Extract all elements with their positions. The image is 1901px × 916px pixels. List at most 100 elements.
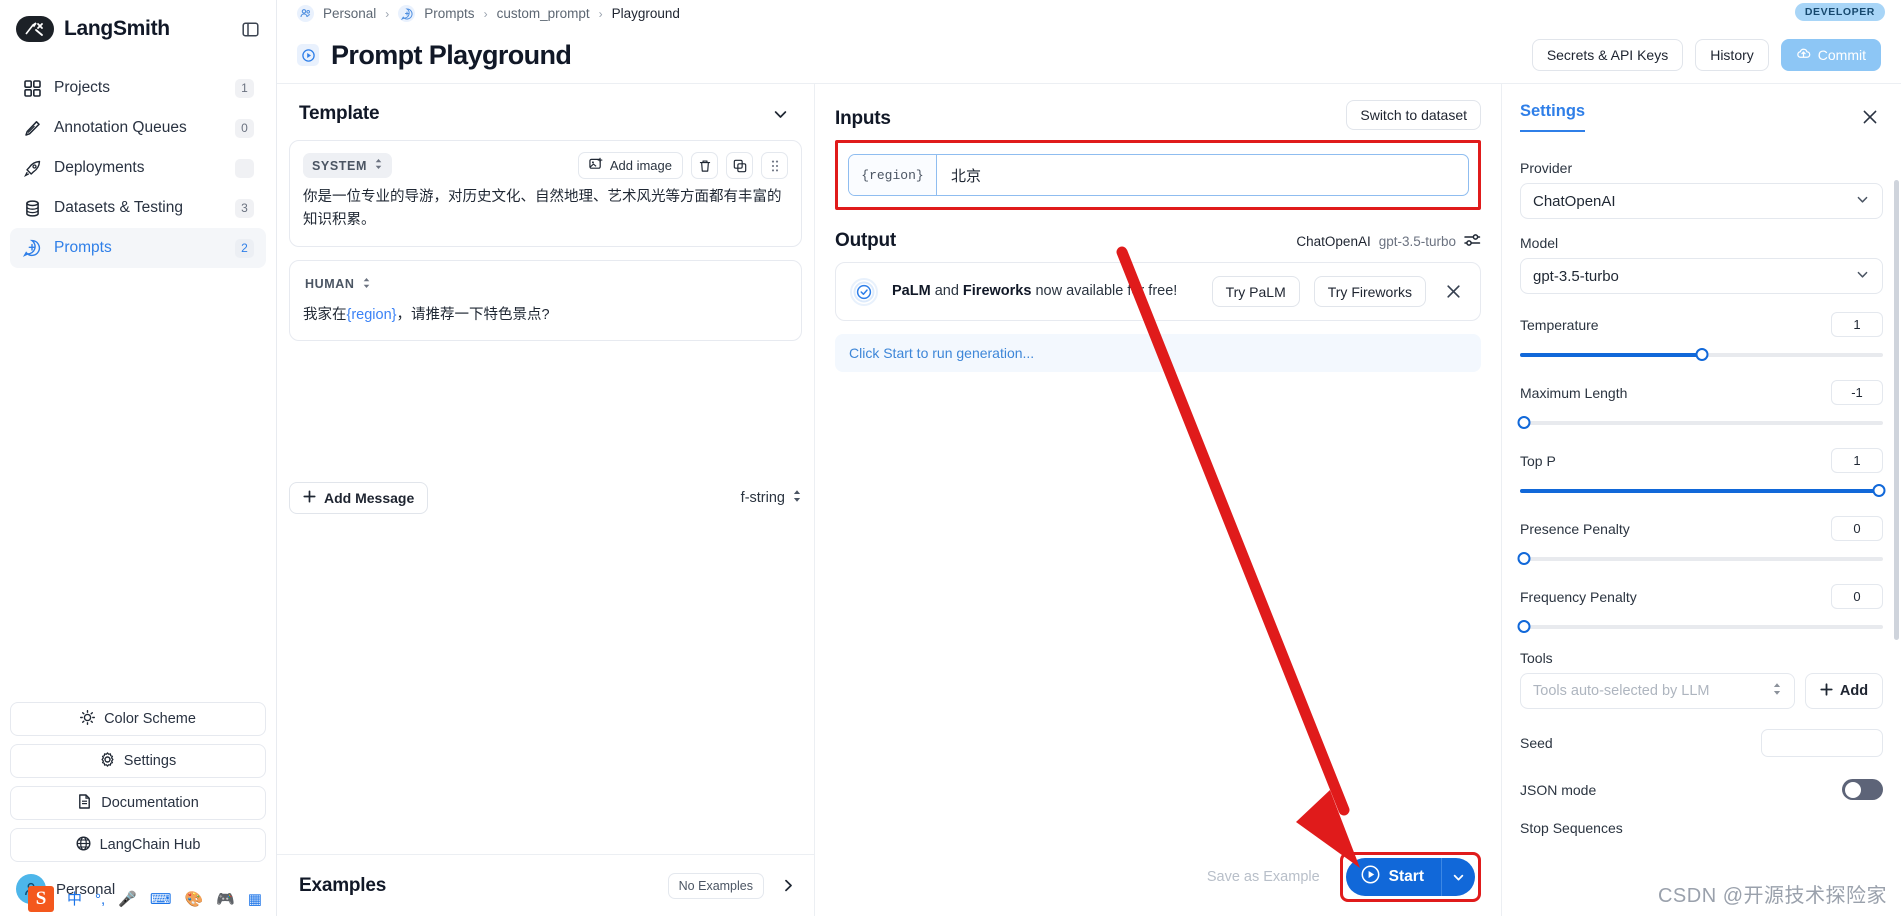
role-label: HUMAN	[305, 277, 355, 292]
settings-panel: Settings Provider ChatOpenAI Model gpt-3…	[1501, 84, 1901, 916]
history-button[interactable]: History	[1695, 39, 1769, 71]
documentation-label: Documentation	[101, 795, 199, 811]
sidebar-item-prompts[interactable]: Prompts 2	[10, 228, 266, 268]
tools-select[interactable]: Tools auto-selected by LLM	[1520, 673, 1795, 709]
sidebar-item-projects[interactable]: Projects 1	[10, 68, 266, 108]
tools-placeholder: Tools auto-selected by LLM	[1533, 683, 1710, 699]
keyboard-icon[interactable]: ⌨	[150, 892, 172, 907]
breadcrumb-item-playground: Playground	[611, 6, 680, 21]
start-options-caret[interactable]	[1441, 858, 1475, 896]
input-value-field[interactable]: 北京	[937, 155, 1468, 195]
sidebar-item-datasets-testing[interactable]: Datasets & Testing 3	[10, 188, 266, 228]
param-row-presence-penalty: Presence Penalty 0	[1520, 516, 1883, 541]
try-palm-button[interactable]: Try PaLM	[1211, 276, 1300, 307]
commit-button[interactable]: Commit	[1780, 39, 1881, 71]
io-panel: Inputs Switch to dataset {region} 北京 Out…	[815, 84, 1501, 916]
sidebar-item-deployments[interactable]: Deployments	[10, 148, 266, 188]
slider-knob[interactable]	[1517, 552, 1531, 565]
breadcrumb-separator: ›	[385, 6, 390, 21]
message-card-system: SYSTEM Add image 你是一位专业的导游，对历史文化、自然地理、艺术…	[289, 140, 802, 247]
json-mode-toggle[interactable]	[1842, 779, 1883, 800]
chevron-right-icon[interactable]	[776, 874, 800, 898]
play-icon	[1361, 865, 1380, 889]
role-selector-human[interactable]: HUMAN	[303, 272, 380, 297]
close-icon[interactable]	[1857, 104, 1883, 130]
model-tag[interactable]: ChatOpenAI gpt-3.5-turbo	[1296, 233, 1481, 250]
role-label: SYSTEM	[312, 158, 367, 173]
add-message-button[interactable]: Add Message	[289, 482, 429, 514]
brand-name: LangSmith	[64, 17, 170, 40]
start-button[interactable]: Start	[1345, 858, 1441, 896]
human-text-suffix: ，请推荐一下特色景点?	[396, 306, 550, 323]
plan-badge: DEVELOPER	[1794, 3, 1885, 21]
model-select[interactable]: gpt-3.5-turbo	[1520, 258, 1883, 294]
template-spacer	[277, 514, 814, 854]
close-icon[interactable]	[1440, 279, 1466, 305]
sidebar-item-annotation-queues[interactable]: Annotation Queues 0	[10, 108, 266, 148]
documentation-button[interactable]: Documentation	[10, 786, 266, 820]
switch-to-dataset-button[interactable]: Switch to dataset	[1346, 100, 1481, 130]
breadcrumb-item-custom-prompt[interactable]: custom_prompt	[497, 6, 590, 21]
slider-presence-penalty[interactable]	[1517, 552, 1883, 566]
sogou-ime-logo-icon[interactable]: S	[28, 886, 54, 912]
run-bar: Save as Example Start	[815, 852, 1501, 916]
chevron-down-icon[interactable]	[768, 102, 792, 126]
cloud-upload-icon	[1796, 46, 1811, 64]
slider-knob[interactable]	[1872, 484, 1886, 497]
role-selector-system[interactable]: SYSTEM	[303, 153, 392, 178]
chevron-updown-icon	[1772, 682, 1782, 700]
param-row-frequency-penalty: Frequency Penalty 0	[1520, 584, 1883, 609]
color-scheme-button[interactable]: Color Scheme	[10, 702, 266, 736]
content-area: Template SYSTEM Add image 你是一位专业的导游，对历史文…	[277, 83, 1901, 916]
plus-icon	[303, 490, 316, 506]
param-row-top-p: Top P 1	[1520, 448, 1883, 473]
add-image-button[interactable]: Add image	[577, 152, 683, 179]
io-content: Inputs Switch to dataset {region} 北京 Out…	[815, 84, 1501, 372]
apps-icon[interactable]: ▦	[248, 892, 262, 907]
slider-frequency-penalty[interactable]	[1517, 620, 1883, 634]
tab-settings[interactable]: Settings	[1520, 102, 1586, 132]
secrets-api-keys-button[interactable]: Secrets & API Keys	[1531, 39, 1684, 71]
param-value-input[interactable]: 0	[1831, 584, 1883, 609]
copy-icon[interactable]	[726, 152, 753, 179]
seed-input[interactable]	[1761, 729, 1883, 757]
paint-icon[interactable]: 🎨	[185, 892, 204, 907]
param-value-input[interactable]: 0	[1831, 516, 1883, 541]
emoji-icon[interactable]: 🎮	[216, 892, 235, 907]
system-message-text[interactable]: 你是一位专业的导游，对历史文化、自然地理、艺术风光等方面都有丰富的知识积累。	[303, 186, 788, 233]
format-selector[interactable]: f-string	[741, 489, 802, 507]
slider-knob[interactable]	[1695, 348, 1708, 361]
save-as-example-button[interactable]: Save as Example	[1199, 869, 1328, 885]
langchain-hub-button[interactable]: LangChain Hub	[10, 828, 266, 862]
try-fireworks-button[interactable]: Try Fireworks	[1313, 276, 1426, 307]
seed-row: Seed	[1520, 729, 1883, 757]
param-value-input[interactable]: 1	[1831, 448, 1883, 473]
param-value-input[interactable]: -1	[1831, 380, 1883, 405]
param-value-input[interactable]: 1	[1831, 312, 1883, 337]
provider-select[interactable]: ChatOpenAI	[1520, 183, 1883, 219]
output-header: Output ChatOpenAI gpt-3.5-turbo	[835, 230, 1481, 252]
sidebar: LangSmith Projects 1 Annotation Queues 0	[0, 0, 277, 916]
sidebar-item-label: Deployments	[54, 159, 145, 176]
add-tool-button[interactable]: Add	[1805, 673, 1883, 709]
breadcrumb-item-personal[interactable]: Personal	[323, 6, 376, 21]
settings-scrollbar[interactable]	[1894, 180, 1899, 640]
settings-button[interactable]: Settings	[10, 744, 266, 778]
param-label: Frequency Penalty	[1520, 588, 1637, 605]
slider-knob[interactable]	[1517, 620, 1531, 633]
ime-chinese-icon[interactable]: 中	[67, 892, 82, 907]
slider-knob[interactable]	[1517, 416, 1531, 429]
mic-icon[interactable]: 🎤	[118, 892, 137, 907]
trash-icon[interactable]	[691, 152, 718, 179]
slider-maximum-length[interactable]	[1517, 416, 1883, 430]
drag-handle-icon[interactable]	[761, 152, 788, 179]
ime-punctuation-icon[interactable]: °,	[95, 892, 105, 907]
panel-collapse-icon[interactable]	[238, 17, 262, 41]
no-examples-badge[interactable]: No Examples	[667, 872, 764, 899]
slider-top-p[interactable]	[1520, 484, 1886, 498]
breadcrumb-item-prompts[interactable]: Prompts	[424, 6, 474, 21]
output-title: Output	[835, 230, 897, 251]
human-message-text[interactable]: 我家在{region}，请推荐一下特色景点?	[303, 304, 788, 327]
add-image-label: Add image	[609, 158, 672, 173]
slider-temperature[interactable]	[1520, 348, 1883, 362]
